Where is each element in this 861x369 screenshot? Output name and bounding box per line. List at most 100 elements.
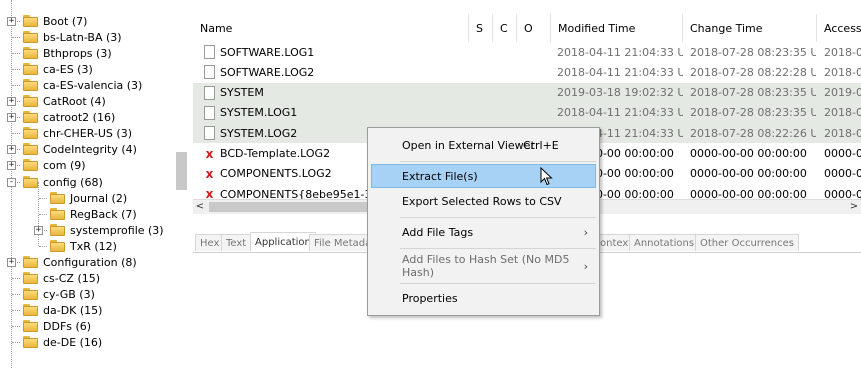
scroll-left-arrow-icon[interactable]: < <box>193 200 207 214</box>
tree-item[interactable]: DDFs (6) <box>23 318 91 334</box>
column-header-modified-time[interactable]: Modified Time <box>551 14 683 42</box>
cell-change-time: 0000-00-00 00:00:00 <box>690 147 807 160</box>
folder-icon <box>23 127 39 139</box>
tab-text[interactable]: Text <box>221 234 252 251</box>
file-name: SYSTEM.LOG1 <box>220 106 298 120</box>
menu-separator <box>400 248 596 249</box>
folder-icon <box>50 224 66 236</box>
tab-hex[interactable]: Hex <box>195 234 225 251</box>
folder-icon <box>50 240 66 252</box>
file-name: SYSTEM <box>220 86 264 100</box>
tree-item[interactable]: Journal (2) <box>50 190 127 206</box>
column-header-c[interactable]: C <box>493 14 517 42</box>
deleted-x-icon: x <box>205 166 214 181</box>
tree-item[interactable]: ca-ES (3) <box>23 61 93 77</box>
tree-item-label: CodeIntegrity (4) <box>43 142 137 156</box>
tab-file-metadata[interactable]: File Metadata <box>309 234 369 251</box>
tree-item[interactable]: cy-GB (3) <box>23 286 95 302</box>
expand-icon[interactable]: + <box>7 145 16 154</box>
file-name: COMPONENTS.LOG2 <box>220 167 332 181</box>
tree-item[interactable]: da-DK (15) <box>23 302 102 318</box>
tree-item[interactable]: CatRoot (4) <box>23 93 106 109</box>
tree-item-label: ca-ES (3) <box>43 62 93 76</box>
cell-modified-time: 2018-04-11 21:04:33 UTC <box>557 106 683 120</box>
tree-guide-line <box>12 342 20 343</box>
tree-guide-line <box>12 85 20 86</box>
file-icon <box>204 126 215 141</box>
folder-icon <box>23 320 39 332</box>
folder-icon <box>23 111 39 123</box>
tree-item[interactable]: config (68) <box>23 174 103 190</box>
scroll-right-arrow-icon[interactable]: > <box>847 200 861 214</box>
tree-item[interactable]: Configuration (8) <box>23 254 137 270</box>
tab-application[interactable]: Application <box>250 232 316 251</box>
column-header-o[interactable]: O <box>517 14 551 42</box>
expand-icon[interactable]: + <box>7 17 16 26</box>
tab-annotations[interactable]: Annotations <box>629 234 700 251</box>
folder-icon <box>23 159 39 171</box>
collapse-icon[interactable]: - <box>7 178 16 187</box>
tree-item[interactable]: Bthprops (3) <box>23 45 112 61</box>
menu-item-add-file-tags[interactable]: Add File Tags › <box>371 220 596 244</box>
menu-item-label: Extract File(s) <box>402 169 478 183</box>
menu-item-open-external-viewer[interactable]: Open in External Viewer Ctrl+E <box>371 133 596 157</box>
tree-item-label: TxR (12) <box>70 239 117 253</box>
tree-item[interactable]: Boot (7) <box>23 13 87 29</box>
cell-access-time: 2018-0 <box>824 126 861 140</box>
cell-access-time: 0000-0 <box>824 167 861 181</box>
tree-item[interactable]: CodeIntegrity (4) <box>23 141 137 157</box>
file-icon <box>204 85 215 100</box>
menu-item-label: Add Files to Hash Set (No MD5 Hash) <box>402 253 570 279</box>
tree-item-label: Bthprops (3) <box>43 46 112 60</box>
menu-item-export-csv[interactable]: Export Selected Rows to CSV <box>371 189 596 213</box>
tree-guide-line <box>12 294 20 295</box>
folder-icon <box>23 336 39 348</box>
tree-item[interactable]: bs-Latn-BA (3) <box>23 29 122 45</box>
cell-change-time: 2018-07-28 08:22:26 UTC <box>690 126 816 140</box>
tree-item[interactable]: com (9) <box>23 157 86 173</box>
cell-name: SOFTWARE.LOG1 <box>204 42 464 62</box>
directory-tree[interactable]: + Boot (7) bs-Latn-BA (3) Bthprops (3) ca-ES… <box>0 0 176 368</box>
tree-item-label: Journal (2) <box>70 191 128 205</box>
cell-change-time: 2018-07-28 08:23:35 UTC <box>690 45 816 59</box>
tree-item[interactable]: RegBack (7) <box>50 206 137 222</box>
expand-icon[interactable]: + <box>7 97 16 106</box>
tree-guide-line <box>12 69 20 70</box>
tree-item-label: systemprofile (3) <box>70 223 164 237</box>
tab-other-occurrences[interactable]: Other Occurrences <box>695 234 799 251</box>
cell-modified-time: 2019-03-18 19:02:32 UTC <box>557 86 683 100</box>
expand-icon[interactable]: + <box>34 226 43 235</box>
tree-item[interactable]: catroot2 (16) <box>23 109 115 125</box>
column-header-s[interactable]: S <box>469 14 493 42</box>
folder-icon <box>23 79 39 91</box>
table-row[interactable]: SOFTWARE.LOG1 2018-04-11 21:04:33 UTC 2018… <box>193 42 861 62</box>
column-header-name[interactable]: Name <box>193 14 469 42</box>
table-row[interactable]: SYSTEM.LOG1 2018-04-11 21:04:33 UTC 2018-0… <box>193 102 861 123</box>
menu-item-extract-files[interactable]: Extract File(s) <box>371 164 596 188</box>
tree-item[interactable]: de-DE (16) <box>23 334 102 350</box>
file-name: SOFTWARE.LOG2 <box>220 65 315 79</box>
menu-item-properties[interactable]: Properties <box>371 286 596 310</box>
table-row[interactable]: SOFTWARE.LOG2 2018-04-11 21:04:33 UTC 2018… <box>193 62 861 82</box>
tree-item[interactable]: systemprofile (3) <box>50 222 164 238</box>
folder-icon <box>23 176 39 188</box>
tree-guide-line <box>12 326 20 327</box>
cell-access-time: 2019-0 <box>824 86 861 100</box>
tree-item[interactable]: TxR (12) <box>50 238 117 254</box>
tree-item-label: da-DK (15) <box>43 303 103 317</box>
tree-item[interactable]: cs-CZ (15) <box>23 270 100 286</box>
file-name: SOFTWARE.LOG1 <box>220 45 315 59</box>
expand-icon[interactable]: + <box>7 258 16 267</box>
tree-item-label: cy-GB (3) <box>43 287 95 301</box>
column-header-access[interactable]: Access <box>817 14 861 42</box>
tree-item-label: CatRoot (4) <box>43 94 106 108</box>
expand-icon[interactable]: + <box>7 161 16 170</box>
column-header-change-time[interactable]: Change Time <box>683 14 817 42</box>
tree-item[interactable]: ca-ES-valencia (3) <box>23 77 142 93</box>
expand-icon[interactable]: + <box>7 113 16 122</box>
menu-item-add-to-hash-set[interactable]: Add Files to Hash Set (No MD5 Hash) › <box>371 253 596 279</box>
tree-scrollbar-thumb[interactable] <box>176 152 187 190</box>
tree-item[interactable]: chr-CHER-US (3) <box>23 125 132 141</box>
menu-item-label: Open in External Viewer <box>402 138 535 152</box>
table-row[interactable]: SYSTEM 2019-03-18 19:02:32 UTC 2018-07-28 … <box>193 82 861 103</box>
